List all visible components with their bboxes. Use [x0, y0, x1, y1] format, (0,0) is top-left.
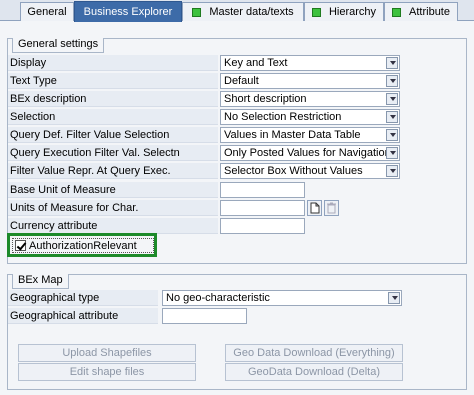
selection-label: Selection — [8, 109, 218, 125]
bex-description-select[interactable]: Short description — [220, 91, 400, 107]
display-value: Key and Text — [224, 57, 288, 69]
bex-description-value: Short description — [224, 93, 307, 105]
currency-attribute-input[interactable] — [220, 218, 305, 234]
base-unit-label: Base Unit of Measure — [8, 182, 218, 198]
dropdown-icon[interactable] — [386, 165, 398, 177]
text-type-label: Text Type — [8, 73, 218, 89]
edit-shape-button[interactable]: Edit shape files — [18, 363, 196, 381]
tab-label: Business Explorer — [83, 6, 173, 18]
dropdown-icon[interactable] — [386, 93, 398, 105]
tab-master-data-texts[interactable]: Master data/texts — [182, 2, 304, 21]
geo-type-select[interactable]: No geo-characteristic — [162, 290, 402, 306]
geo-download-all-button[interactable]: Geo Data Download (Everything) — [225, 344, 403, 362]
group-title: General settings — [12, 38, 105, 53]
dropdown-icon[interactable] — [386, 57, 398, 69]
checkmark-icon[interactable] — [15, 240, 26, 251]
base-unit-input[interactable] — [220, 182, 305, 198]
tab-strip: General Business Explorer Master data/te… — [0, 0, 474, 22]
tab-attribute[interactable]: Attribute — [384, 2, 458, 21]
tab-label: General — [27, 6, 67, 18]
query-exec-filter-value: Only Posted Values for Navigation — [224, 147, 391, 159]
status-green-icon — [311, 7, 321, 17]
selection-value: No Selection Restriction — [224, 111, 342, 123]
dropdown-icon[interactable] — [386, 147, 398, 159]
query-exec-filter-label: Query Execution Filter Val. Selectn — [8, 145, 218, 161]
group-title: BEx Map — [12, 274, 69, 289]
text-type-select[interactable]: Default — [220, 73, 400, 89]
selection-select[interactable]: No Selection Restriction — [220, 109, 400, 125]
authorization-relevant-label: AuthorizationRelevant — [29, 239, 137, 252]
query-def-filter-select[interactable]: Values in Master Data Table — [220, 127, 400, 143]
status-green-icon — [192, 7, 202, 17]
display-label: Display — [8, 55, 218, 71]
geo-attr-label: Geographical attribute — [8, 308, 158, 324]
create-icon[interactable] — [307, 200, 322, 216]
geo-type-label: Geographical type — [8, 290, 158, 306]
query-def-filter-label: Query Def. Filter Value Selection — [8, 127, 218, 143]
dropdown-icon[interactable] — [388, 292, 400, 304]
units-of-measure-label: Units of Measure for Char. — [8, 200, 218, 216]
delete-icon[interactable] — [324, 200, 339, 216]
tab-hierarchy[interactable]: Hierarchy — [304, 2, 384, 21]
tab-label: Hierarchy — [328, 6, 377, 18]
tab-general[interactable]: General — [20, 2, 74, 21]
geo-download-delta-button[interactable]: GeoData Download (Delta) — [225, 363, 403, 381]
display-select[interactable]: Key and Text — [220, 55, 400, 71]
dropdown-icon[interactable] — [386, 129, 398, 141]
tab-business-explorer[interactable]: Business Explorer — [74, 1, 182, 22]
geo-type-value: No geo-characteristic — [166, 292, 270, 304]
filter-value-repr-label: Filter Value Repr. At Query Exec. — [8, 163, 218, 179]
dropdown-icon[interactable] — [386, 111, 398, 123]
query-exec-filter-select[interactable]: Only Posted Values for Navigation — [220, 145, 400, 161]
text-type-value: Default — [224, 75, 259, 87]
status-green-icon — [392, 7, 402, 17]
filter-value-repr-value: Selector Box Without Values — [224, 165, 363, 177]
dropdown-icon[interactable] — [386, 75, 398, 87]
bex-description-label: BEx description — [8, 91, 218, 107]
currency-attribute-label: Currency attribute — [8, 218, 218, 234]
units-of-measure-input[interactable] — [220, 200, 305, 216]
geo-attr-input[interactable] — [162, 308, 247, 324]
tab-label: Attribute — [409, 6, 450, 18]
upload-shapefiles-button[interactable]: Upload Shapefiles — [18, 344, 196, 362]
filter-value-repr-select[interactable]: Selector Box Without Values — [220, 163, 400, 179]
tab-label: Master data/texts — [209, 6, 294, 18]
authorization-relevant-checkbox[interactable]: AuthorizationRelevant — [12, 238, 154, 253]
query-def-filter-value: Values in Master Data Table — [224, 129, 361, 141]
